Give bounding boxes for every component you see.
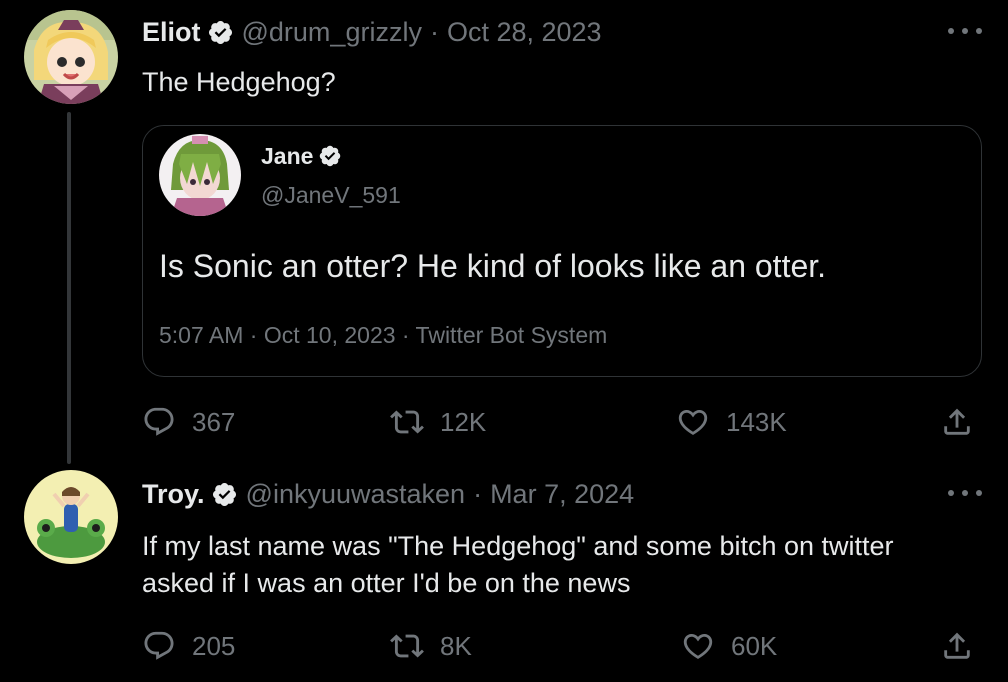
tweet2-text-line1: If my last name was "The Hedgehog" and s…	[142, 531, 894, 561]
share-icon	[944, 632, 970, 659]
retweet-icon	[390, 634, 424, 658]
quote-display-name[interactable]: Jane	[261, 142, 313, 170]
tweet2-more-dots-icon[interactable]	[948, 486, 982, 500]
tweet1-display-name[interactable]: Eliot	[142, 16, 201, 48]
quote-handle[interactable]: @JaneV_591	[261, 181, 401, 209]
tweet2-reply-count: 205	[192, 631, 236, 661]
character-on-frog-avatar-icon	[24, 470, 118, 564]
tweet2-like-button[interactable]: 60K	[681, 629, 777, 663]
tweet2-retweet-button[interactable]: 8K	[390, 629, 472, 663]
heart-icon	[683, 633, 713, 659]
tweet1-like-button[interactable]: 143K	[676, 405, 787, 439]
verified-badge-icon	[212, 482, 236, 506]
tweet2-reply-button[interactable]: 205	[142, 629, 235, 663]
jane-avatar[interactable]	[159, 134, 241, 216]
tweet1-header: Eliot @drum_grizzly · Oct 28, 2023	[142, 16, 602, 48]
tweet1-separator: ·	[429, 17, 439, 47]
quoted-tweet-card[interactable]: Jane @JaneV_591 Is Sonic an otter? He ki…	[142, 125, 982, 377]
tweet1-reply-button[interactable]: 367	[142, 405, 235, 439]
tweet1-retweet-count: 12K	[440, 407, 487, 437]
tweet2-handle[interactable]: @inkyuuwastaken	[246, 478, 466, 510]
thread-line	[67, 112, 71, 464]
tweet2-separator: ·	[473, 479, 483, 509]
quote-display-name-row: Jane	[261, 142, 350, 170]
verified-badge-icon	[320, 145, 341, 167]
tweet2-text: If my last name was "The Hedgehog" and s…	[142, 528, 894, 602]
tweet1-like-count: 143K	[726, 407, 787, 437]
quote-meta: 5:07 AM · Oct 10, 2023 · Twitter Bot Sys…	[159, 322, 608, 348]
tweet2-date[interactable]: Mar 7, 2024	[490, 478, 634, 510]
tweet1-retweet-button[interactable]: 12K	[390, 405, 486, 439]
tweet2-header: Troy. @inkyuuwastaken · Mar 7, 2024	[142, 478, 634, 510]
tweet1-reply-count: 367	[192, 407, 236, 437]
tweet2-display-name[interactable]: Troy.	[142, 478, 205, 510]
tweet2-share-button[interactable]	[940, 629, 974, 663]
tweet2-text-line2: asked if I was an otter I'd be on the ne…	[142, 568, 631, 598]
tweet2-like-count: 60K	[731, 631, 778, 661]
reply-icon	[144, 631, 174, 660]
anime-character-avatar-icon	[24, 10, 118, 104]
tweet1-more-dots-icon[interactable]	[948, 24, 982, 38]
share-icon	[944, 408, 970, 435]
tweet1-date[interactable]: Oct 28, 2023	[447, 16, 602, 48]
tweet2-retweet-count: 8K	[440, 631, 472, 661]
eliot-avatar[interactable]	[24, 10, 118, 104]
tweet1-text: The Hedgehog?	[142, 67, 336, 97]
quote-text: Is Sonic an otter? He kind of looks like…	[159, 248, 827, 284]
tweet1-share-button[interactable]	[940, 405, 974, 439]
heart-icon	[678, 409, 708, 435]
troy-avatar[interactable]	[24, 470, 118, 564]
tweet1-handle[interactable]: @drum_grizzly	[242, 16, 422, 48]
reply-icon	[144, 407, 174, 436]
anime-character-avatar-icon	[159, 134, 241, 216]
verified-badge-icon	[208, 20, 232, 44]
retweet-icon	[390, 410, 424, 434]
